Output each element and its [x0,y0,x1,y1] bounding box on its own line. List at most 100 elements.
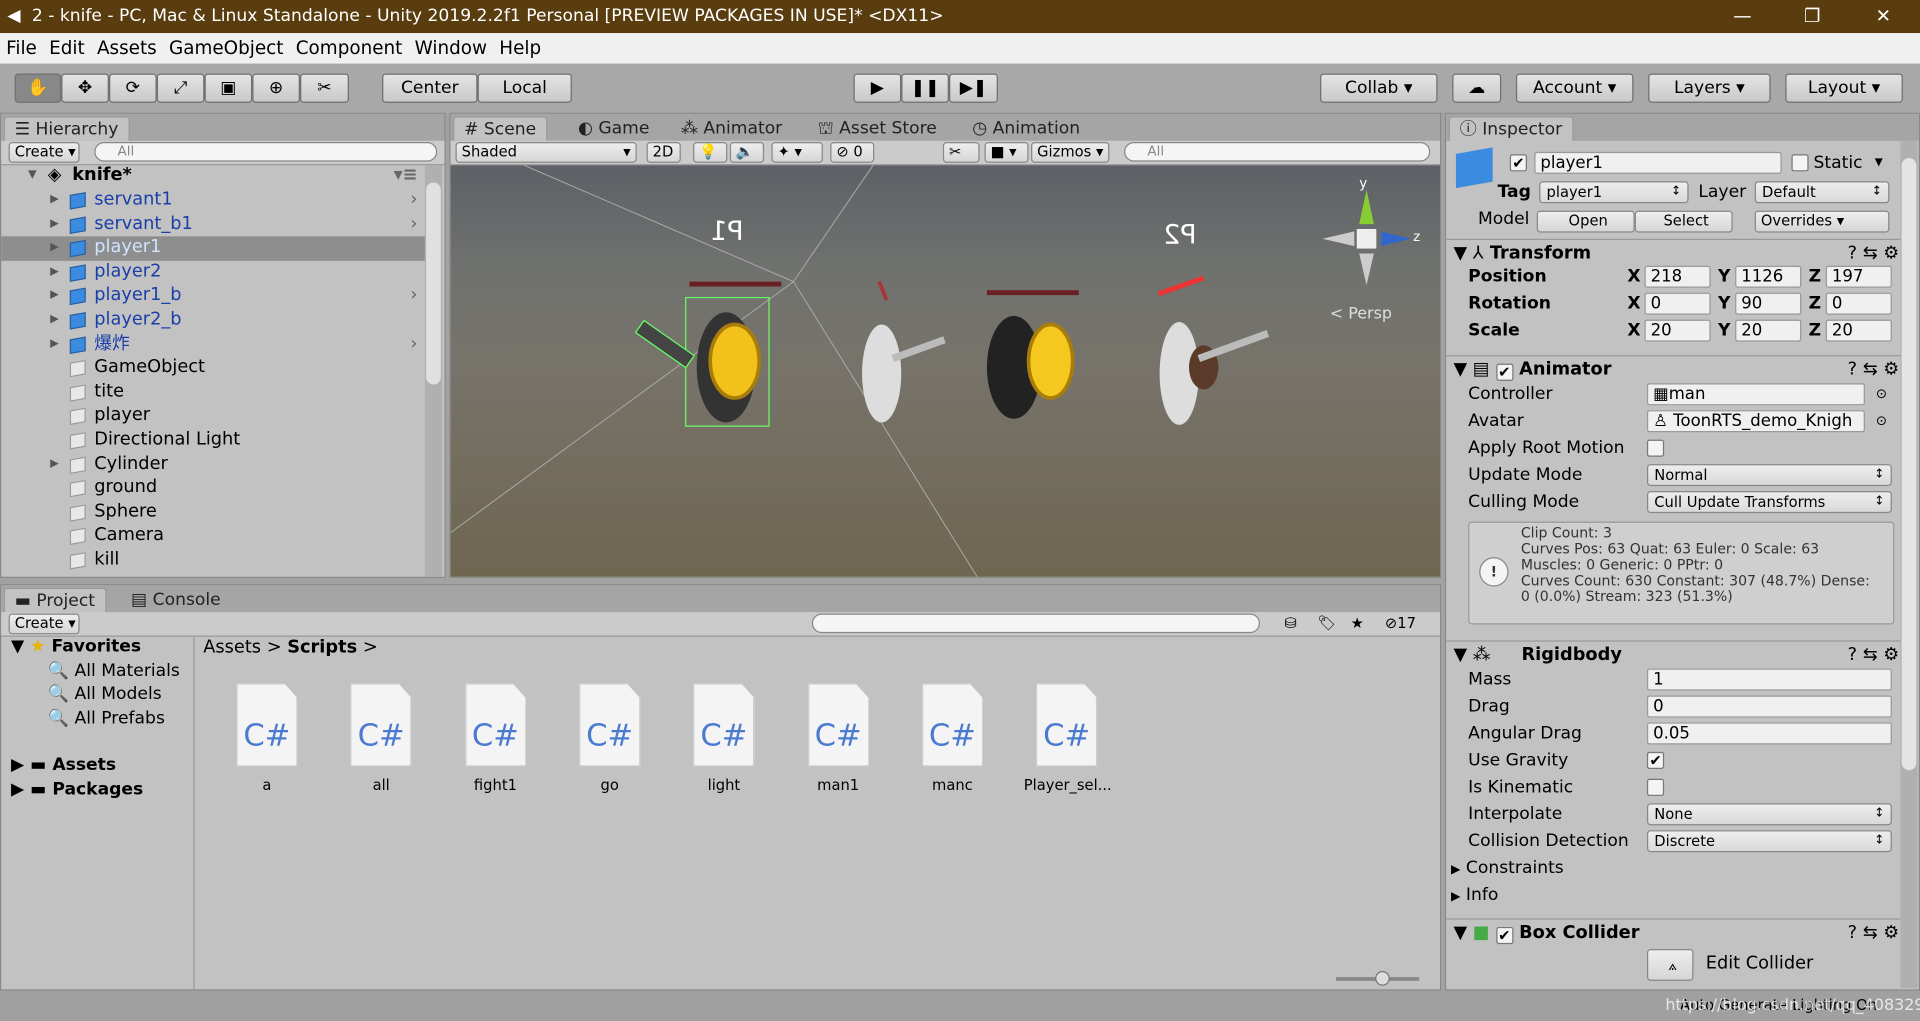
transform-x-input[interactable]: 218 [1644,265,1711,288]
tab-hierarchy[interactable]: ☰ Hierarchy [3,116,130,141]
hierarchy-item[interactable]: Sphere [1,501,425,525]
expand-arrow-icon[interactable]: ▶ [50,237,58,261]
breadcrumb-assets[interactable]: Assets [203,638,261,658]
hierarchy-item[interactable]: ▶ Cylinder [1,453,425,477]
tab-asset-store[interactable]: ⛫ Asset Store [808,116,946,140]
tab-inspector[interactable]: ⓘ Inspector [1448,116,1574,141]
expand-arrow-icon[interactable]: ▶ [50,285,58,309]
layout-dropdown[interactable]: Layout ▾ [1785,73,1903,103]
menu-gameobject[interactable]: GameObject [163,37,290,59]
tag-dropdown[interactable]: player1 [1539,181,1689,204]
expand-arrow-icon[interactable]: ▶ [50,309,58,333]
expand-arrow-icon[interactable]: ▶ [50,213,58,237]
info-foldout[interactable]: ▶ Info [1451,882,1904,909]
hierarchy-item[interactable]: Directional Light [1,429,425,453]
move-tool-icon[interactable]: ✥ [61,73,109,103]
drag-input[interactable]: 0 [1646,695,1892,718]
static-dropdown-icon[interactable]: ▾ [1875,153,1883,171]
account-dropdown[interactable]: Account ▾ [1515,73,1634,103]
effects-dropdown-icon[interactable]: ✦ ▾ [771,142,823,163]
hierarchy-item[interactable]: ▶ 爆炸 › [1,333,425,357]
favorite-all-prefabs[interactable]: 🔍 All Prefabs [48,709,165,729]
hierarchy-item[interactable]: GameObject [1,357,425,381]
hidden-packages-toggle[interactable]: ⊘17 [1385,615,1416,632]
controller-field[interactable]: ▦man [1646,383,1865,406]
transform-y-input[interactable]: 1126 [1735,265,1802,288]
hidden-objects-toggle[interactable]: ⊘ 0 [830,142,875,163]
angular-drag-input[interactable]: 0.05 [1646,722,1892,745]
chevron-right-icon[interactable]: › [410,333,417,357]
expand-arrow-icon[interactable]: ▶ [50,189,58,213]
hand-tool-icon[interactable]: ✋ [14,73,62,103]
hierarchy-item[interactable]: ▶ player1_b › [1,285,425,309]
scene-viewport[interactable]: P1 P2 y z < Persp [450,165,1441,577]
apply-root-motion-checkbox[interactable] [1646,439,1665,457]
box-collider-header[interactable]: ▼ ■ ✔ Box Collider? ⇆ ⚙ [1446,918,1905,947]
hierarchy-item[interactable]: ▶ servant1 › [1,189,425,213]
tab-game[interactable]: ◐ Game [568,116,659,140]
edit-collider-button[interactable]: ⟑ [1646,948,1694,981]
layer-dropdown[interactable]: Default [1754,181,1890,204]
chevron-right-icon[interactable]: › [410,189,417,213]
scene-search-input[interactable]: All [1124,142,1431,162]
hierarchy-item[interactable]: ▶ player2_b [1,309,425,333]
rigidbody-header[interactable]: ▼ ⁂ Rigidbody? ⇆ ⚙ [1446,640,1905,667]
tab-animator[interactable]: ⁂ Animator [671,116,792,140]
lighting-toggle-icon[interactable]: 💡 [693,142,728,163]
icon-size-slider[interactable] [1335,971,1420,986]
favorite-all-models[interactable]: 🔍 All Models [48,684,162,704]
hierarchy-item[interactable]: ▶ player2 [1,261,425,285]
is-kinematic-checkbox[interactable] [1646,778,1665,796]
script-file[interactable]: C# fight1 [453,683,539,793]
menu-component[interactable]: Component [290,37,409,59]
script-file[interactable]: C# all [338,683,424,793]
minimize-button[interactable]: — [1714,0,1770,33]
favorite-all-materials[interactable]: 🔍 All Materials [48,661,180,681]
menu-file[interactable]: File [0,37,43,59]
script-file[interactable]: C# manc [910,683,996,793]
axis-gizmo[interactable] [1322,189,1411,286]
shading-mode-dropdown[interactable]: Shaded ▾ [455,142,637,163]
project-search-input[interactable] [811,613,1261,634]
packages-folder[interactable]: ▶ ▬ Packages [11,780,143,800]
hierarchy-item[interactable]: ground [1,477,425,501]
transform-x-input[interactable]: 20 [1644,319,1711,342]
object-picker-icon[interactable]: ⊙ [1876,381,1887,408]
hierarchy-scrollbar[interactable] [424,165,443,577]
hierarchy-create-dropdown[interactable]: Create ▾ [8,142,80,163]
object-name-input[interactable]: player1 [1534,151,1782,174]
step-button[interactable]: ▶❚ [948,73,998,103]
tab-animation[interactable]: ◷ Animation [962,116,1089,140]
overrides-dropdown[interactable]: Overrides ▾ [1754,210,1890,233]
menu-help[interactable]: Help [493,37,547,59]
transform-y-input[interactable]: 20 [1735,319,1802,342]
rotate-tool-icon[interactable]: ⟳ [108,73,157,103]
hierarchy-item[interactable]: kill [1,549,425,573]
servant-b-model[interactable] [1157,275,1270,425]
menu-assets[interactable]: Assets [91,37,163,59]
cloud-icon[interactable]: ☁ [1452,73,1502,103]
filter-type-icon[interactable]: ⛁ [1285,615,1297,632]
use-gravity-checkbox[interactable]: ✔ [1646,751,1665,769]
hierarchy-item[interactable]: Camera [1,525,425,549]
collab-button[interactable]: Collab ▾ [1320,73,1438,103]
chevron-right-icon[interactable]: › [410,213,417,237]
model-open-button[interactable]: Open [1536,210,1635,233]
favorite-star-icon[interactable]: ★ [1351,615,1364,632]
transform-header[interactable]: ▼ ⅄ Transform? ⇆ ⚙ [1446,238,1905,266]
project-create-dropdown[interactable]: Create ▾ [8,613,80,635]
active-checkbox[interactable]: ✔ [1509,154,1527,172]
hierarchy-item[interactable]: tite [1,381,425,405]
component-settings-icon[interactable]: ? ⇆ ⚙ [1848,920,1900,947]
tab-console[interactable]: ▤ Console [121,588,230,612]
chevron-right-icon[interactable]: › [410,285,417,309]
hierarchy-item[interactable]: player [1,405,425,429]
audio-toggle-icon[interactable]: 🔈 [729,142,765,163]
gizmos-dropdown[interactable]: Gizmos ▾ [1031,142,1110,163]
favorites-node[interactable]: ▼ ★ Favorites [11,637,141,657]
script-file[interactable]: C# light [681,683,767,793]
hierarchy-item[interactable]: ▶ servant_b1 › [1,213,425,237]
menu-edit[interactable]: Edit [43,37,91,59]
interpolate-dropdown[interactable]: None [1646,803,1892,826]
script-file[interactable]: C# go [567,683,653,793]
